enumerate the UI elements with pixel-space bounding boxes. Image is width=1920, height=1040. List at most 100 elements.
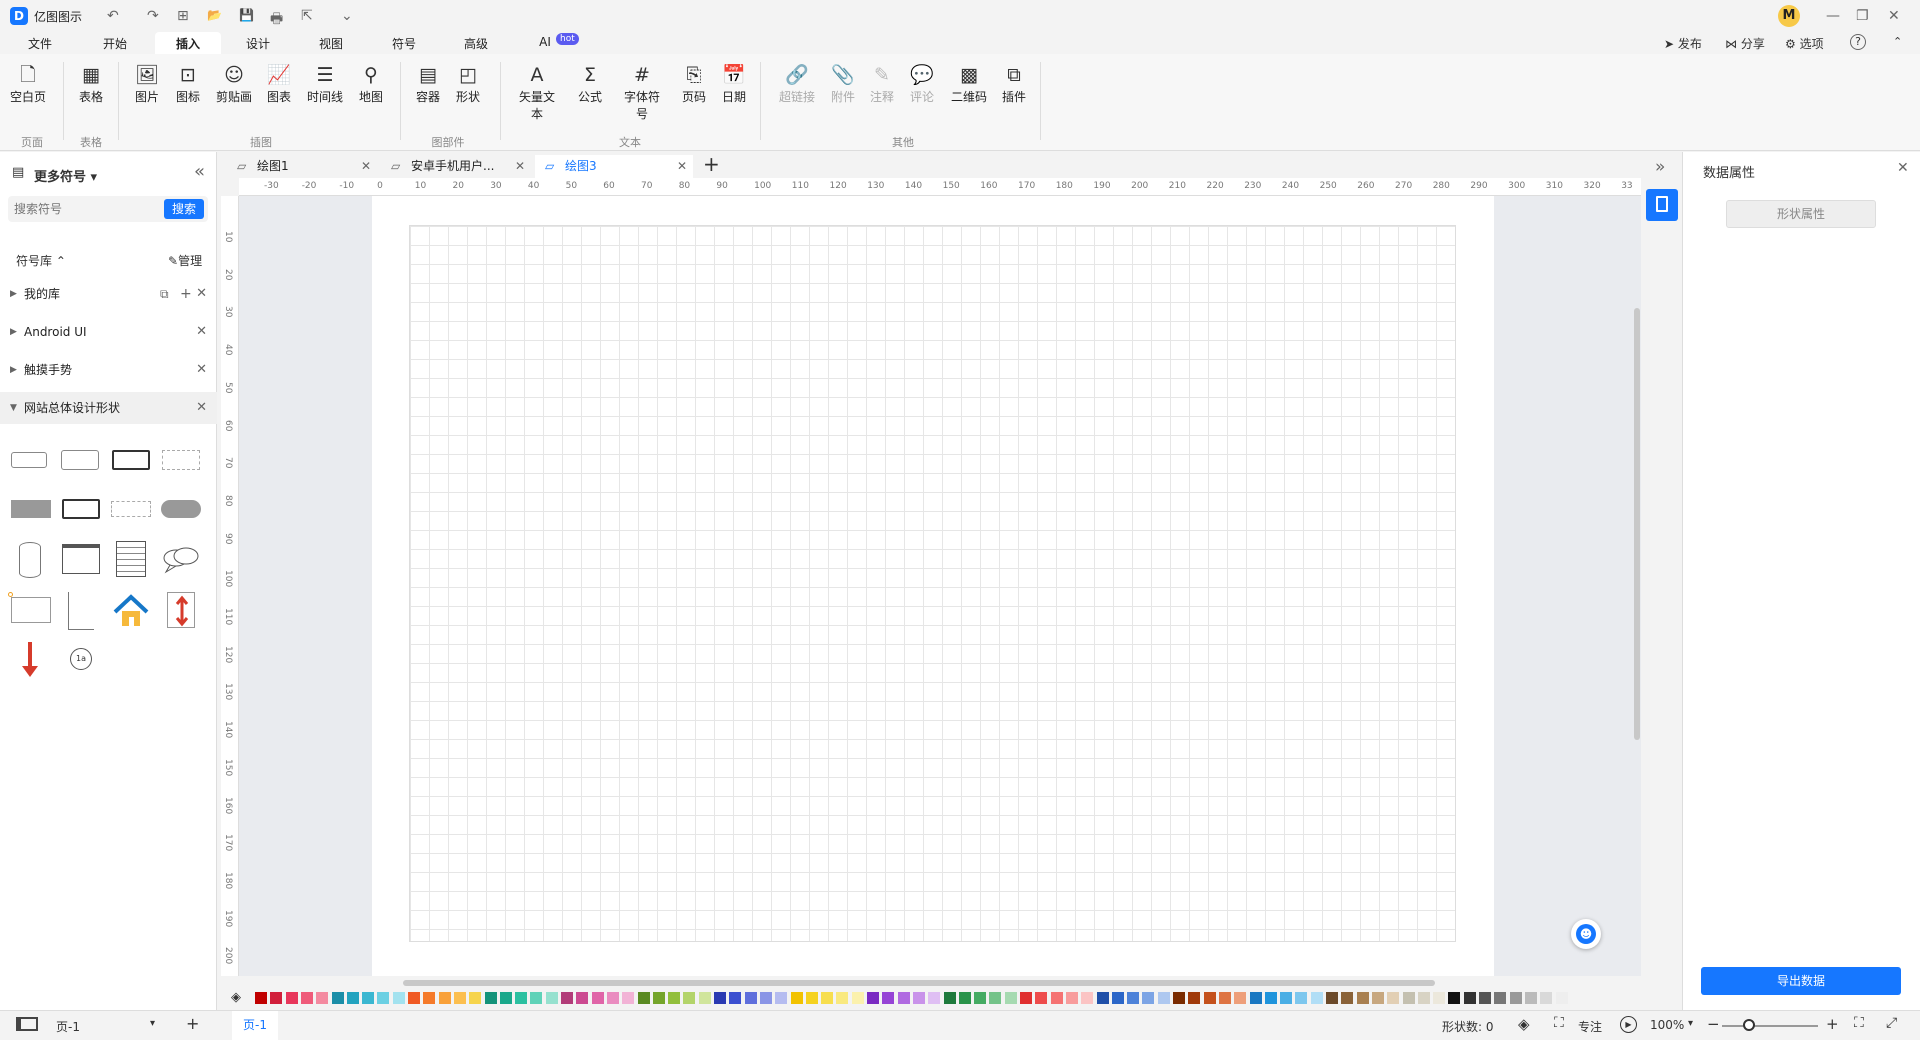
close-icon[interactable]: ✕	[196, 392, 207, 424]
color-swatch[interactable]	[408, 992, 420, 1004]
shape-bracket[interactable]	[68, 592, 94, 630]
color-swatch[interactable]	[943, 992, 956, 1004]
color-swatch[interactable]	[1249, 992, 1262, 1004]
collapse-panel-icon[interactable]: «	[194, 161, 205, 182]
color-swatch[interactable]	[1479, 992, 1491, 1004]
color-swatch[interactable]	[270, 992, 283, 1004]
menu-symbol[interactable]: 符号	[389, 35, 419, 52]
color-swatch[interactable]	[668, 992, 681, 1004]
import-icon[interactable]: ⧉	[160, 278, 169, 310]
color-swatch[interactable]	[1142, 992, 1155, 1004]
page-layout-icon[interactable]	[16, 1017, 38, 1031]
shape-dashed-rect-1[interactable]	[162, 450, 200, 470]
help-button[interactable]: ?	[1850, 34, 1866, 50]
color-swatch[interactable]	[744, 992, 757, 1004]
library-android-ui[interactable]: ▶ Android UI ✕	[0, 316, 217, 348]
chevron-down-icon[interactable]: ▾	[150, 1018, 155, 1029]
shape-browser-window[interactable]	[62, 544, 100, 574]
export-icon[interactable]: ⇱	[301, 8, 313, 24]
plugin-button[interactable]: ⧉ 插件	[992, 62, 1036, 105]
color-swatch[interactable]	[1157, 992, 1170, 1004]
formula-button[interactable]: Σ 公式	[568, 62, 612, 105]
color-swatch[interactable]	[1096, 992, 1109, 1004]
shape-speech-bubbles[interactable]	[162, 546, 200, 574]
shape-bold-rect[interactable]	[112, 450, 150, 470]
search-button[interactable]: 搜索	[164, 199, 204, 219]
color-swatch[interactable]	[714, 992, 726, 1004]
shape-button[interactable]: ◰ 形状	[446, 62, 490, 105]
color-swatch[interactable]	[1111, 992, 1124, 1004]
share-button[interactable]: ⋈ 分享	[1725, 35, 1765, 52]
more-symbols-title[interactable]: 更多符号 ▾	[34, 166, 97, 185]
color-swatch[interactable]	[1417, 992, 1430, 1004]
color-swatch[interactable]	[285, 992, 298, 1004]
chevron-up-icon[interactable]: ⌃	[1893, 35, 1902, 48]
restore-icon[interactable]: ❐	[1856, 8, 1869, 24]
color-swatch[interactable]	[1035, 992, 1048, 1004]
color-swatch[interactable]	[316, 992, 329, 1004]
timeline-button[interactable]: ☰ 时间线	[303, 62, 347, 105]
color-swatch[interactable]	[1127, 992, 1140, 1004]
font-symbol-button[interactable]: # 字体符号	[620, 62, 664, 122]
clipart-button[interactable]: ☺ 剪贴画	[212, 62, 256, 105]
canvas-area[interactable]: ☻	[239, 196, 1641, 976]
menu-home[interactable]: 开始	[100, 35, 130, 52]
close-icon[interactable]: ✕	[196, 278, 207, 310]
zoom-slider-handle[interactable]	[1743, 1019, 1755, 1031]
color-swatch[interactable]	[1310, 992, 1323, 1004]
menu-file[interactable]: 文件	[25, 35, 55, 52]
date-button[interactable]: 📅 日期	[712, 62, 756, 105]
color-swatch[interactable]	[759, 992, 772, 1004]
color-swatch[interactable]	[346, 992, 359, 1004]
zoom-slider[interactable]	[1722, 1025, 1818, 1027]
color-swatch[interactable]	[377, 992, 390, 1004]
color-swatch[interactable]	[1509, 992, 1522, 1004]
color-swatch[interactable]	[469, 992, 482, 1004]
color-swatch[interactable]	[1387, 992, 1400, 1004]
color-swatch[interactable]	[1494, 992, 1507, 1004]
color-swatch[interactable]	[499, 992, 512, 1004]
expand-panel-icon[interactable]: »	[1655, 157, 1665, 177]
new-file-icon[interactable]: ⊞	[177, 8, 189, 24]
color-swatch[interactable]	[1203, 992, 1216, 1004]
color-swatch[interactable]	[1173, 992, 1185, 1004]
zoom-out-button[interactable]: −	[1707, 1015, 1720, 1033]
color-swatch[interactable]	[1524, 992, 1537, 1004]
save-icon[interactable]: 💾	[239, 8, 254, 22]
menu-view[interactable]: 视图	[316, 35, 346, 52]
shape-document[interactable]	[116, 541, 146, 577]
open-folder-icon[interactable]: 📂	[207, 8, 222, 22]
quick-access-more-icon[interactable]: ⌄	[341, 8, 353, 24]
color-swatch[interactable]	[912, 992, 925, 1004]
color-swatch[interactable]	[423, 992, 436, 1004]
export-data-button[interactable]: 导出数据	[1701, 967, 1901, 995]
color-swatch[interactable]	[851, 992, 864, 1004]
picture-button[interactable]: 🖼 图片	[125, 62, 169, 105]
close-tab-icon[interactable]: ✕	[361, 155, 371, 177]
color-swatch[interactable]	[989, 992, 1002, 1004]
color-swatch[interactable]	[836, 992, 849, 1004]
color-swatch[interactable]	[637, 992, 650, 1004]
color-swatch[interactable]	[331, 992, 344, 1004]
color-swatch[interactable]	[515, 992, 528, 1004]
color-swatch[interactable]	[530, 992, 543, 1004]
shape-circle-badge[interactable]: 1a	[70, 648, 92, 670]
ai-assistant-button[interactable]: ☻	[1571, 919, 1601, 949]
color-swatch[interactable]	[1402, 992, 1415, 1004]
color-swatch[interactable]	[958, 992, 971, 1004]
color-swatch[interactable]	[1004, 992, 1017, 1004]
menu-design[interactable]: 设计	[243, 35, 273, 52]
menu-advanced[interactable]: 高级	[461, 35, 491, 52]
user-avatar[interactable]: M	[1778, 5, 1800, 27]
container-button[interactable]: ▤ 容器	[406, 62, 450, 105]
color-swatch[interactable]	[805, 992, 818, 1004]
arrow-down-icon[interactable]	[20, 642, 40, 678]
color-swatch[interactable]	[775, 992, 788, 1004]
color-swatch[interactable]	[606, 992, 619, 1004]
add-tab-icon[interactable]: +	[703, 152, 720, 176]
page-selector[interactable]: 页-1	[56, 1018, 80, 1035]
fill-bucket-icon[interactable]: ◈	[231, 990, 241, 1005]
map-button[interactable]: ⚲ 地图	[349, 62, 393, 105]
color-swatch[interactable]	[300, 992, 313, 1004]
color-swatch[interactable]	[867, 992, 879, 1004]
